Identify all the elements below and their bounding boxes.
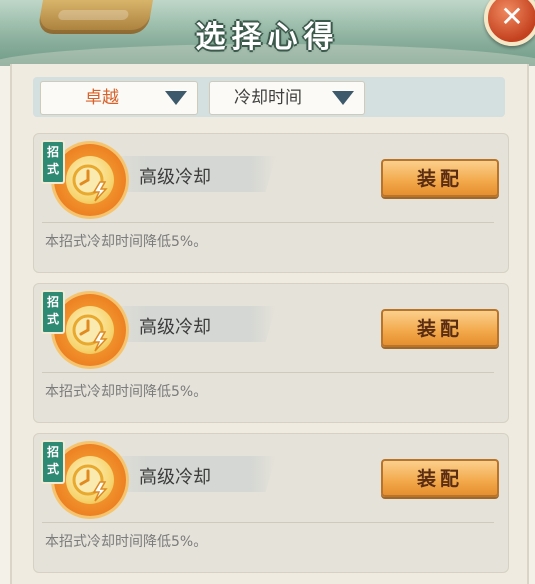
clock-cooldown-icon — [66, 306, 114, 354]
chevron-down-icon — [332, 91, 354, 105]
divider — [42, 222, 494, 223]
skill-card: 招式 高级冷却 装配 本招式冷却时间降低5%。 — [33, 283, 509, 423]
skill-description: 本招式冷却时间降低5%。 — [45, 234, 208, 250]
skill-card: 招式 高级冷却 装配 本招式冷却时间降低5%。 — [33, 433, 509, 573]
skill-type-badge: 招式 — [41, 440, 65, 484]
skill-name: 高级冷却 — [139, 167, 211, 188]
divider — [42, 372, 494, 373]
header-banner: 选择心得 — [0, 0, 535, 66]
filter-bar: 卓越 冷却时间 — [33, 77, 505, 117]
equip-button[interactable]: 装配 — [381, 159, 499, 197]
chevron-down-icon — [165, 91, 187, 105]
quality-filter-dropdown[interactable]: 卓越 — [40, 81, 198, 115]
skill-card: 招式 高级冷却 装配 本招式冷却时间降低5%。 — [33, 133, 509, 273]
divider — [42, 522, 494, 523]
equip-button[interactable]: 装配 — [381, 459, 499, 497]
skill-type-badge: 招式 — [41, 290, 65, 334]
skill-type-badge: 招式 — [41, 140, 65, 184]
skill-name: 高级冷却 — [139, 317, 211, 338]
close-icon: ✕ — [500, 0, 524, 33]
clock-cooldown-icon — [66, 456, 114, 504]
equip-button[interactable]: 装配 — [381, 309, 499, 347]
quality-filter-value: 卓越 — [85, 88, 119, 108]
clock-cooldown-icon — [66, 156, 114, 204]
page-title: 选择心得 — [195, 20, 340, 55]
effect-filter-value: 冷却时间 — [234, 88, 302, 108]
skill-description: 本招式冷却时间降低5%。 — [45, 384, 208, 400]
effect-filter-dropdown[interactable]: 冷却时间 — [209, 81, 365, 115]
skill-name: 高级冷却 — [139, 467, 211, 488]
skill-description: 本招式冷却时间降低5%。 — [45, 534, 208, 550]
selection-panel: 卓越 冷却时间 招式 高级冷却 装配 本招式冷却时间降低5%。 招式 高级冷却 … — [10, 64, 529, 584]
